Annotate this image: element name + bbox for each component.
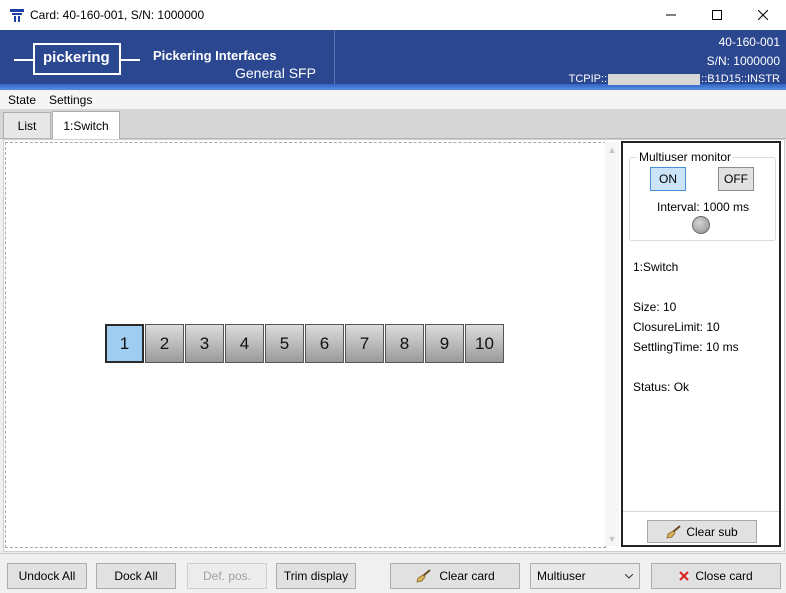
dock-all-button[interactable]: Dock All bbox=[96, 563, 176, 589]
channel-button-5[interactable]: 5 bbox=[265, 324, 304, 363]
menu-state[interactable]: State bbox=[8, 93, 36, 107]
close-window-button[interactable] bbox=[740, 0, 786, 30]
product-name: General SFP bbox=[235, 65, 316, 81]
menu-bar bbox=[0, 91, 786, 109]
clear-card-label: Clear card bbox=[439, 569, 495, 583]
channel-button-9[interactable]: 9 bbox=[425, 324, 464, 363]
broom-icon bbox=[666, 524, 681, 539]
visa-redacted bbox=[608, 73, 701, 85]
banner-divider bbox=[334, 30, 335, 84]
vertical-scrollbar[interactable] bbox=[605, 142, 619, 546]
channel-button-4[interactable]: 4 bbox=[225, 324, 264, 363]
status-led-icon bbox=[692, 216, 710, 234]
info-closure-limit: ClosureLimit: 10 bbox=[633, 320, 720, 334]
undock-all-button[interactable]: Undock All bbox=[7, 563, 87, 589]
minimize-button[interactable] bbox=[648, 0, 694, 30]
chevron-down-icon bbox=[625, 573, 633, 579]
company-name: Pickering Interfaces bbox=[153, 48, 277, 63]
multiuser-off-button[interactable]: OFF bbox=[718, 167, 754, 191]
visa-suffix: ::B1D15::INSTR bbox=[701, 73, 780, 85]
maximize-button[interactable] bbox=[694, 0, 740, 30]
multiuser-on-button[interactable]: ON bbox=[650, 167, 686, 191]
channel-button-6[interactable]: 6 bbox=[305, 324, 344, 363]
app-icon bbox=[9, 7, 25, 23]
close-card-button[interactable]: Close card bbox=[651, 563, 781, 589]
mode-select-value: Multiuser bbox=[537, 569, 586, 583]
visa-address: TCPIP:: ::B1D15::INSTR bbox=[569, 73, 780, 85]
channel-button-2[interactable]: 2 bbox=[145, 324, 184, 363]
tab-list[interactable]: List bbox=[3, 112, 51, 138]
broom-icon bbox=[416, 569, 431, 583]
panel-separator bbox=[623, 511, 779, 512]
clear-card-button[interactable]: Clear card bbox=[390, 563, 520, 589]
channel-button-10[interactable]: 10 bbox=[465, 324, 504, 363]
channel-button-3[interactable]: 3 bbox=[185, 324, 224, 363]
scroll-up-icon[interactable]: ▲ bbox=[605, 143, 619, 157]
channel-button-7[interactable]: 7 bbox=[345, 324, 384, 363]
multiuser-interval: Interval: 1000 ms bbox=[657, 200, 750, 214]
info-status: Status: Ok bbox=[633, 380, 690, 394]
scroll-down-icon[interactable]: ▼ bbox=[605, 532, 619, 546]
close-card-label: Close card bbox=[695, 569, 753, 583]
window-title: Card: 40-160-001, S/N: 1000000 bbox=[30, 8, 205, 22]
bottom-separator bbox=[0, 553, 786, 554]
clear-sub-label: Clear sub bbox=[686, 524, 738, 539]
info-settling-time: SettlingTime: 10 ms bbox=[633, 340, 739, 354]
card-id: 40-160-001 bbox=[718, 35, 780, 49]
menu-settings[interactable]: Settings bbox=[49, 93, 92, 107]
default-position-button[interactable]: Def. pos. bbox=[187, 563, 267, 589]
minimize-icon bbox=[666, 14, 676, 16]
tab-switch[interactable]: 1:Switch bbox=[52, 111, 120, 139]
channel-button-1[interactable]: 1 bbox=[105, 324, 144, 363]
serial-number: S/N: 1000000 bbox=[706, 54, 780, 68]
visa-prefix: TCPIP:: bbox=[568, 73, 608, 85]
info-size: Size: 10 bbox=[633, 300, 677, 314]
mode-select[interactable]: Multiuser bbox=[530, 563, 640, 589]
info-name: 1:Switch bbox=[633, 260, 679, 274]
pickering-logo: pickering bbox=[12, 38, 142, 78]
close-icon bbox=[679, 571, 690, 581]
logo-text: pickering bbox=[43, 49, 110, 66]
maximize-icon bbox=[712, 10, 722, 20]
clear-sub-button[interactable]: Clear sub bbox=[647, 520, 757, 543]
multiuser-title: Multiuser monitor bbox=[637, 150, 734, 164]
channel-button-8[interactable]: 8 bbox=[385, 324, 424, 363]
close-icon bbox=[758, 10, 768, 20]
trim-display-button[interactable]: Trim display bbox=[276, 563, 356, 589]
